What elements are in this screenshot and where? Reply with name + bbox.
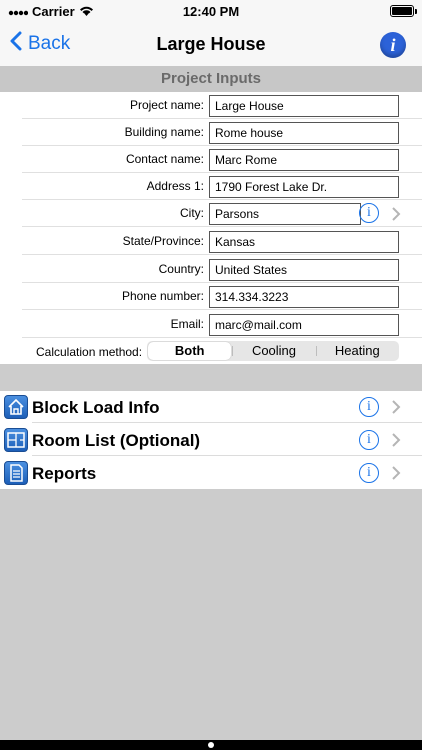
project-name-label: Project name: [129,98,204,112]
clock: 12:40 PM [182,4,240,19]
state-label: State/Province: [122,234,204,248]
house-icon [4,395,28,419]
form-row-state: State/Province: Kansas [22,228,422,255]
segment-heating[interactable]: Heating [315,341,399,361]
calculation-method-row: Calculation method: Both Cooling Heating [22,338,422,364]
project-inputs-form: Project name: Large House Building name:… [0,92,422,364]
form-row-building-name: Building name: Rome house [22,119,422,146]
city-label: City: [180,206,204,220]
status-bar: Carrier 12:40 PM [0,0,422,22]
phone-field[interactable]: 314.334.3223 [209,286,399,308]
country-field[interactable]: United States [209,259,399,281]
info-button[interactable]: i [380,32,406,58]
form-row-city[interactable]: City: Parsons i [22,200,422,227]
segment-both[interactable]: Both [148,342,232,360]
phone-label: Phone number: [121,289,204,303]
form-row-contact-name: Contact name: Marc Rome [22,146,422,173]
form-row-address-1: Address 1: 1790 Forest Lake Dr. [22,173,422,200]
form-row-phone: Phone number: 314.334.3223 [22,283,422,310]
building-name-label: Building name: [124,125,204,139]
address-1-label: Address 1: [146,179,204,193]
city-info-icon[interactable]: i [359,203,379,223]
back-label: Back [28,33,71,54]
battery-icon [390,5,417,17]
email-label: Email: [170,317,204,331]
building-name-field[interactable]: Rome house [209,122,399,144]
menu-item-label: Block Load Info [32,398,160,417]
home-indicator [0,740,422,750]
floorplan-icon [4,428,28,452]
chevron-right-icon [392,466,401,480]
city-field[interactable]: Parsons [209,203,361,225]
chevron-left-icon [10,31,28,57]
block-load-info-icon[interactable]: i [359,397,379,417]
form-row-project-name: Project name: Large House [22,92,422,119]
back-button[interactable]: Back [10,30,70,58]
country-label: Country: [158,262,204,276]
email-field[interactable]: marc@mail.com [209,314,399,336]
segment-cooling[interactable]: Cooling [232,341,315,361]
chevron-right-icon [392,433,401,447]
project-name-field[interactable]: Large House [209,95,399,117]
home-indicator-dot [208,742,214,748]
menu-item-reports[interactable]: Reports i [0,457,422,489]
contact-name-label: Contact name: [125,152,204,166]
calculation-method-label: Calculation method: [36,345,143,359]
menu-item-label: Room List (Optional) [32,431,201,450]
form-row-email: Email: marc@mail.com [22,311,422,338]
navigation-bar: Back Large House i [0,22,422,66]
document-icon [4,461,28,485]
address-1-field[interactable]: 1790 Forest Lake Dr. [209,176,399,198]
room-list-info-icon[interactable]: i [359,430,379,450]
contact-name-field[interactable]: Marc Rome [209,149,399,171]
calculation-method-segmented-control[interactable]: Both Cooling Heating [147,341,399,361]
menu-list: Block Load Info i Room List (Optional) i… [0,391,422,489]
menu-item-room-list[interactable]: Room List (Optional) i [0,424,422,456]
state-field[interactable]: Kansas [209,231,399,253]
menu-item-block-load-info[interactable]: Block Load Info i [0,391,422,423]
chevron-right-icon [392,207,401,221]
chevron-right-icon [392,400,401,414]
section-header: Project Inputs [0,66,422,92]
menu-item-label: Reports [32,464,97,483]
reports-info-icon[interactable]: i [359,463,379,483]
form-row-country: Country: United States [22,256,422,283]
